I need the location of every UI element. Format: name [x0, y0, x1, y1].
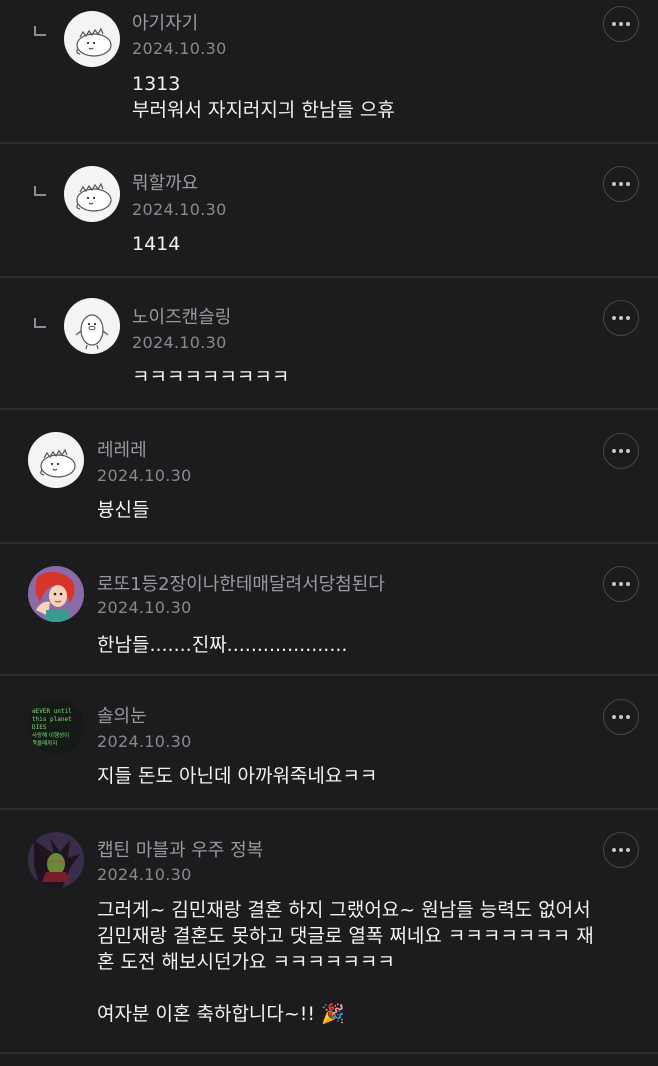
more-dot-icon: [626, 316, 630, 320]
comment-nickname[interactable]: 아기자기: [132, 13, 198, 35]
avatar-text-line: 사랑해 이행성이: [32, 731, 69, 739]
more-dot-icon: [612, 715, 616, 719]
comment-body: 븅신들: [97, 499, 150, 521]
mermaid-avatar-icon[interactable]: [28, 566, 84, 622]
comment-nickname[interactable]: 노이즈캔슬링: [132, 307, 231, 329]
comment-nickname[interactable]: 뭐할까요: [132, 173, 198, 195]
warrior-avatar-icon[interactable]: [28, 832, 84, 888]
more-options-button[interactable]: [603, 166, 639, 202]
reply-indicator-icon: [34, 26, 46, 36]
more-dot-icon: [619, 715, 623, 719]
comment-divider: [0, 1052, 658, 1054]
more-options-button[interactable]: [603, 566, 639, 602]
more-options-button[interactable]: [603, 699, 639, 735]
comment-date: 2024.10.30: [97, 732, 192, 751]
comment-body: 한남들.......진짜....................: [97, 634, 348, 656]
more-dot-icon: [626, 848, 630, 852]
comment-date: 2024.10.30: [132, 200, 227, 219]
comment-nickname[interactable]: 솔의눈: [97, 706, 147, 728]
more-dot-icon: [619, 449, 623, 453]
more-dot-icon: [626, 582, 630, 586]
comment-item: 로또1등2장이나한테매달려서당첨된다 2024.10.30 한남들.......…: [0, 544, 658, 674]
creature-avatar-icon[interactable]: [64, 11, 120, 67]
more-dot-icon: [612, 582, 616, 586]
comment-nickname[interactable]: 로또1등2장이나한테매달려서당첨된다: [97, 574, 385, 596]
more-dot-icon: [612, 182, 616, 186]
comment-item: 아기자기 2024.10.30 1313 부러워서 자지러지긔 한남들 으휴: [0, 0, 658, 142]
more-dot-icon: [619, 22, 623, 26]
more-dot-icon: [612, 848, 616, 852]
creature-avatar-icon[interactable]: [28, 432, 84, 488]
comment-body: 지들 돈도 아닌데 아까워죽네요ㅋㅋ: [97, 765, 378, 787]
more-dot-icon: [619, 316, 623, 320]
comment-item: 캡틴 마블과 우주 정복 2024.10.30 그러게~ 김민재랑 결혼 하지 …: [0, 810, 658, 1052]
comment-nickname[interactable]: 레레레: [97, 440, 147, 462]
comment-body: 그러게~ 김민재랑 결혼 하지 그랬어요~ 원남들 능력도 없어서 김민재랑 결…: [97, 899, 594, 1025]
comment-date: 2024.10.30: [132, 333, 227, 352]
text-avatar-icon[interactable]: NEVER until this planet DIES 사랑해 이행성이 죽을…: [28, 698, 84, 754]
reply-indicator-icon: [34, 318, 46, 328]
more-dot-icon: [612, 449, 616, 453]
comment-body: 1414: [132, 233, 181, 255]
more-dot-icon: [626, 182, 630, 186]
more-dot-icon: [612, 316, 616, 320]
more-dot-icon: [619, 848, 623, 852]
comment-date: 2024.10.30: [97, 466, 192, 485]
more-options-button[interactable]: [603, 832, 639, 868]
more-dot-icon: [619, 182, 623, 186]
more-options-button[interactable]: [603, 433, 639, 469]
avatar-text-line: this planet: [32, 716, 72, 723]
comment-item: NEVER until this planet DIES 사랑해 이행성이 죽을…: [0, 676, 658, 808]
more-dot-icon: [626, 22, 630, 26]
reply-indicator-icon: [34, 186, 46, 196]
comment-date: 2024.10.30: [97, 865, 192, 884]
avatar-text-line: NEVER until: [32, 708, 72, 715]
penguin-avatar-icon[interactable]: [64, 298, 120, 354]
comment-item: 레레레 2024.10.30 븅신들: [0, 410, 658, 542]
comment-body: 1313 부러워서 자지러지긔 한남들 으휴: [132, 73, 395, 121]
avatar-text-line: 죽을때까지: [32, 739, 57, 747]
comment-item: 뭐할까요 2024.10.30 1414: [0, 144, 658, 276]
more-dot-icon: [612, 22, 616, 26]
comment-nickname[interactable]: 캡틴 마블과 우주 정복: [97, 840, 263, 862]
more-dot-icon: [626, 715, 630, 719]
more-options-button[interactable]: [603, 300, 639, 336]
more-dot-icon: [619, 582, 623, 586]
avatar-text-line: DIES: [32, 724, 47, 731]
more-dot-icon: [626, 449, 630, 453]
comment-item: 노이즈캔슬링 2024.10.30 ㅋㅋㅋㅋㅋㅋㅋㅋㅋ: [0, 278, 658, 408]
comment-date: 2024.10.30: [97, 598, 192, 617]
more-options-button[interactable]: [603, 6, 639, 42]
comment-body: ㅋㅋㅋㅋㅋㅋㅋㅋㅋ: [132, 366, 290, 388]
creature-avatar-icon[interactable]: [64, 166, 120, 222]
comment-date: 2024.10.30: [132, 39, 227, 58]
